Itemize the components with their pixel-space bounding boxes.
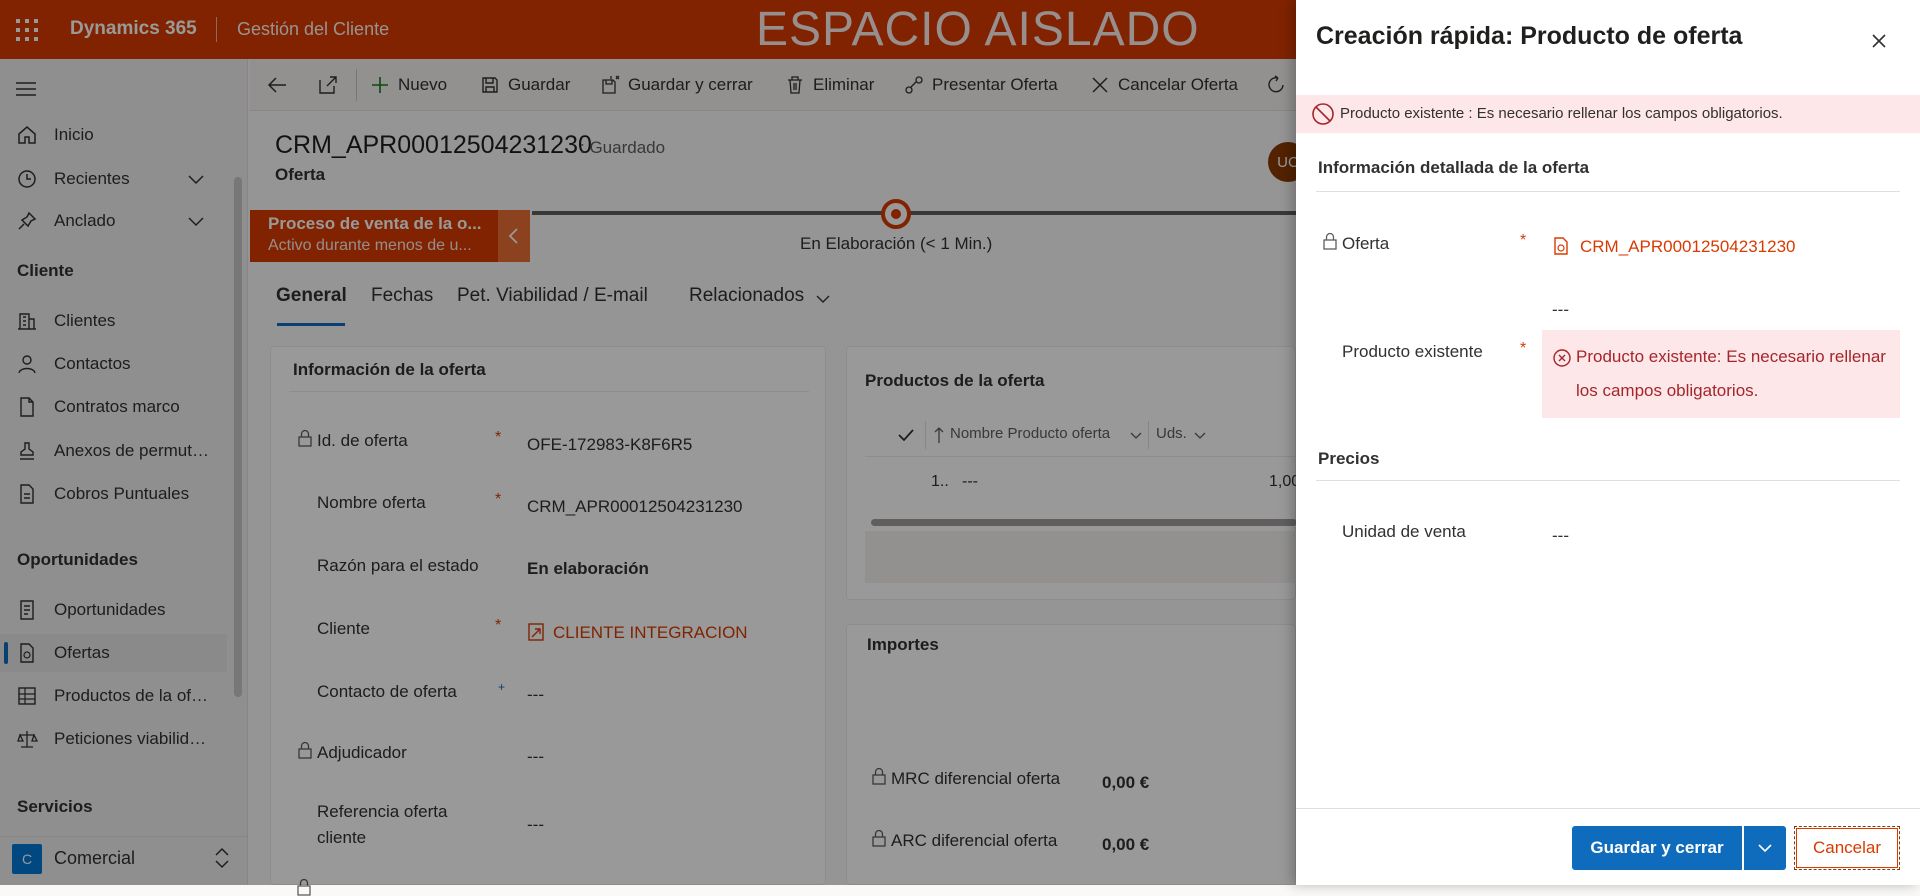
quick-create-panel: Creación rápida: Producto de oferta Prod…	[1296, 0, 1920, 885]
field-error-producto-existente: Producto existente: Es necesario rellena…	[1542, 330, 1900, 418]
field-label-unidad-venta: Unidad de venta	[1342, 522, 1466, 541]
field-value-oferta-secondary: ---	[1552, 300, 1569, 319]
modal-overlay[interactable]	[0, 0, 1296, 885]
close-icon[interactable]	[1868, 30, 1890, 52]
field-value-unidad-venta[interactable]: ---	[1552, 526, 1569, 546]
quick-create-title: Creación rápida: Producto de oferta	[1316, 22, 1743, 50]
section-title-info: Información detallada de la oferta	[1318, 158, 1590, 177]
required-marker: *	[1520, 232, 1527, 249]
error-banner-text[interactable]: Producto existente : Es necesario rellen…	[1340, 105, 1783, 122]
error-notification-banner: Producto existente : Es necesario rellen…	[1296, 95, 1920, 133]
cancel-button[interactable]: Cancelar	[1794, 826, 1900, 870]
field-label-oferta: Oferta	[1342, 234, 1390, 253]
blocked-icon	[1312, 103, 1334, 125]
save-options-button[interactable]	[1744, 826, 1786, 870]
footer-divider	[1296, 808, 1920, 809]
section-title-precios: Precios	[1318, 449, 1380, 468]
field-error-text: Producto existente: Es necesario rellena…	[1576, 347, 1886, 400]
section-divider	[1316, 191, 1900, 192]
required-marker: *	[1520, 340, 1527, 357]
error-circle-icon	[1553, 349, 1571, 367]
chevron-down-icon	[1758, 844, 1772, 853]
field-label-producto-existente: Producto existente	[1342, 342, 1483, 361]
lock-icon	[1323, 232, 1337, 250]
field-value-oferta-link[interactable]: CRM_APR00012504231230	[1580, 237, 1796, 257]
section-divider	[1316, 480, 1900, 481]
quote-lookup-icon	[1554, 237, 1568, 255]
save-and-close-button[interactable]: Guardar y cerrar	[1572, 826, 1742, 870]
